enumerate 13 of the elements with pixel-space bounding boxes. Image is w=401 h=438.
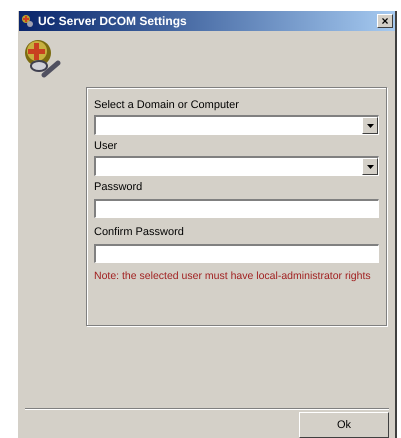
dropdown-field[interactable]: [94, 115, 379, 135]
note-text: Note: the selected user must have local-administrator rights: [94, 270, 372, 283]
field-label: Password: [94, 181, 144, 194]
ok-button[interactable]: Ok: [299, 412, 389, 438]
window-title: UC Server DCOM Settings: [38, 13, 188, 30]
input-field[interactable]: [94, 199, 379, 218]
field-label: User: [94, 140, 118, 153]
app-icon: [21, 14, 35, 28]
input-field[interactable]: [94, 244, 379, 263]
field-label: Confirm Password: [94, 226, 185, 239]
close-button[interactable]: ×: [377, 14, 393, 28]
field-label: Select a Domain or Computer: [94, 99, 240, 112]
dropdown-field[interactable]: [94, 156, 379, 176]
